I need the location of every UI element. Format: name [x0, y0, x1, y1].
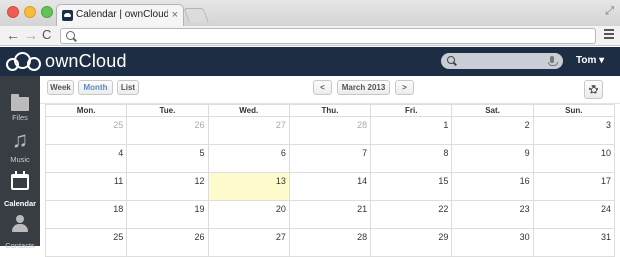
month-calendar: Mon. Tue. Wed. Thu. Fri. Sat. Sun. 25 26 2…	[45, 104, 615, 257]
search-icon	[66, 31, 75, 40]
browser-tab-strip: Calendar | ownCloud (Tom) × ⤢	[0, 0, 620, 26]
day-cell[interactable]: 8	[371, 145, 453, 173]
reload-button[interactable]: C	[42, 27, 51, 43]
weekday-header: Mon. Tue. Wed. Thu. Fri. Sat. Sun.	[45, 104, 615, 117]
day-cell[interactable]: 14	[289, 173, 372, 201]
day-cell[interactable]: 18	[46, 201, 128, 229]
app-navigation: Files ♫ Music Calendar Contacts	[0, 76, 40, 250]
search-input[interactable]	[441, 53, 563, 69]
day-cell[interactable]: 25	[46, 229, 128, 257]
nav-item-label: Files	[12, 113, 28, 122]
calendar-controls: Week Month List < March 2013 >	[40, 76, 620, 104]
day-cell[interactable]: 26	[127, 229, 209, 257]
list-view-button[interactable]: List	[117, 80, 139, 95]
address-bar[interactable]	[60, 28, 596, 44]
day-cell[interactable]: 13	[208, 173, 290, 201]
day-cell[interactable]: 4	[46, 145, 128, 173]
nav-item-label: Music	[10, 155, 30, 164]
browser-tab[interactable]: Calendar | ownCloud (Tom) ×	[56, 4, 184, 26]
owncloud-favicon-icon	[62, 10, 73, 21]
nav-item-contacts[interactable]: Contacts	[0, 211, 40, 253]
week-row: 11 12 13 14 15 16 17	[45, 173, 615, 201]
user-menu[interactable]: Tom ▾	[576, 55, 604, 66]
weekday-label: Sun.	[533, 105, 615, 117]
new-tab-button[interactable]	[183, 8, 209, 22]
music-note-icon: ♫	[11, 127, 29, 152]
day-cell[interactable]: 23	[452, 201, 534, 229]
nav-item-calendar[interactable]: Calendar	[0, 169, 40, 211]
day-cell[interactable]: 6	[208, 145, 290, 173]
gear-icon	[589, 85, 598, 94]
day-cell[interactable]: 28	[289, 117, 372, 145]
weekday-label: Wed.	[208, 105, 290, 117]
zoom-window-button[interactable]	[41, 6, 53, 18]
day-cell[interactable]: 25	[46, 117, 128, 145]
fullscreen-icon[interactable]: ⤢	[605, 5, 614, 18]
week-view-button[interactable]: Week	[47, 80, 74, 95]
week-row: 25 26 27 28 29 30 31	[45, 229, 615, 257]
nav-item-label: Calendar	[3, 199, 37, 208]
day-cell[interactable]: 27	[208, 229, 290, 257]
day-cell[interactable]: 21	[289, 201, 372, 229]
calendar-icon	[11, 171, 29, 190]
next-month-button[interactable]: >	[395, 80, 414, 95]
day-cell[interactable]: 20	[208, 201, 290, 229]
nav-item-music[interactable]: ♫ Music	[0, 125, 40, 167]
owncloud-logo[interactable]: ownCloud	[6, 50, 127, 72]
week-row: 4 5 6 7 8 9 10	[45, 145, 615, 173]
day-cell[interactable]: 3	[533, 117, 615, 145]
day-cell[interactable]: 28	[289, 229, 372, 257]
current-period-button[interactable]: March 2013	[337, 80, 390, 95]
day-cell[interactable]: 12	[127, 173, 209, 201]
contacts-icon	[11, 215, 29, 233]
day-cell[interactable]: 19	[127, 201, 209, 229]
day-cell[interactable]: 22	[371, 201, 453, 229]
day-cell[interactable]: 24	[533, 201, 615, 229]
day-cell[interactable]: 16	[452, 173, 534, 201]
nav-item-files[interactable]: Files	[0, 83, 40, 125]
tab-title: Calendar | ownCloud (Tom)	[76, 9, 168, 20]
day-cell[interactable]: 2	[452, 117, 534, 145]
close-window-button[interactable]	[7, 6, 19, 18]
browser-menu-icon[interactable]	[604, 29, 614, 41]
folder-icon	[11, 94, 29, 111]
day-cell[interactable]: 11	[46, 173, 128, 201]
day-cell[interactable]: 1	[371, 117, 453, 145]
week-row: 18 19 20 21 22 23 24	[45, 201, 615, 229]
day-cell[interactable]: 9	[452, 145, 534, 173]
day-cell[interactable]: 31	[533, 229, 615, 257]
settings-button[interactable]	[584, 80, 603, 99]
week-row: 25 26 27 28 1 2 3	[45, 117, 615, 145]
day-cell[interactable]: 7	[289, 145, 372, 173]
day-cell[interactable]: 26	[127, 117, 209, 145]
previous-month-button[interactable]: <	[313, 80, 332, 95]
microphone-icon[interactable]	[548, 56, 558, 66]
forward-button[interactable]: →	[24, 27, 38, 43]
back-button[interactable]: ←	[6, 27, 20, 43]
calendar-body: 25 26 27 28 1 2 3 4 5 6 7 8 9 10 11 12 13 14 15 16 17 18 19 20 2…	[45, 117, 615, 257]
weekday-label: Tue.	[127, 105, 209, 117]
tab-close-icon[interactable]: ×	[172, 8, 178, 22]
minimize-window-button[interactable]	[24, 6, 36, 18]
day-cell[interactable]: 27	[208, 117, 290, 145]
day-cell[interactable]: 5	[127, 145, 209, 173]
day-cell[interactable]: 17	[533, 173, 615, 201]
weekday-label: Sat.	[452, 105, 534, 117]
search-icon	[447, 56, 455, 64]
logo-text: ownCloud	[45, 50, 127, 71]
weekday-label: Fri.	[371, 105, 453, 117]
weekday-label: Thu.	[289, 105, 372, 117]
browser-toolbar: ← → C	[0, 26, 620, 46]
cloud-logo-icon	[6, 51, 44, 71]
month-view-button[interactable]: Month	[78, 80, 113, 95]
day-cell[interactable]: 15	[371, 173, 453, 201]
day-cell[interactable]: 29	[371, 229, 453, 257]
weekday-label: Mon.	[46, 105, 128, 117]
app-header: ownCloud Tom ▾	[0, 47, 620, 76]
day-cell[interactable]: 30	[452, 229, 534, 257]
day-cell[interactable]: 10	[533, 145, 615, 173]
